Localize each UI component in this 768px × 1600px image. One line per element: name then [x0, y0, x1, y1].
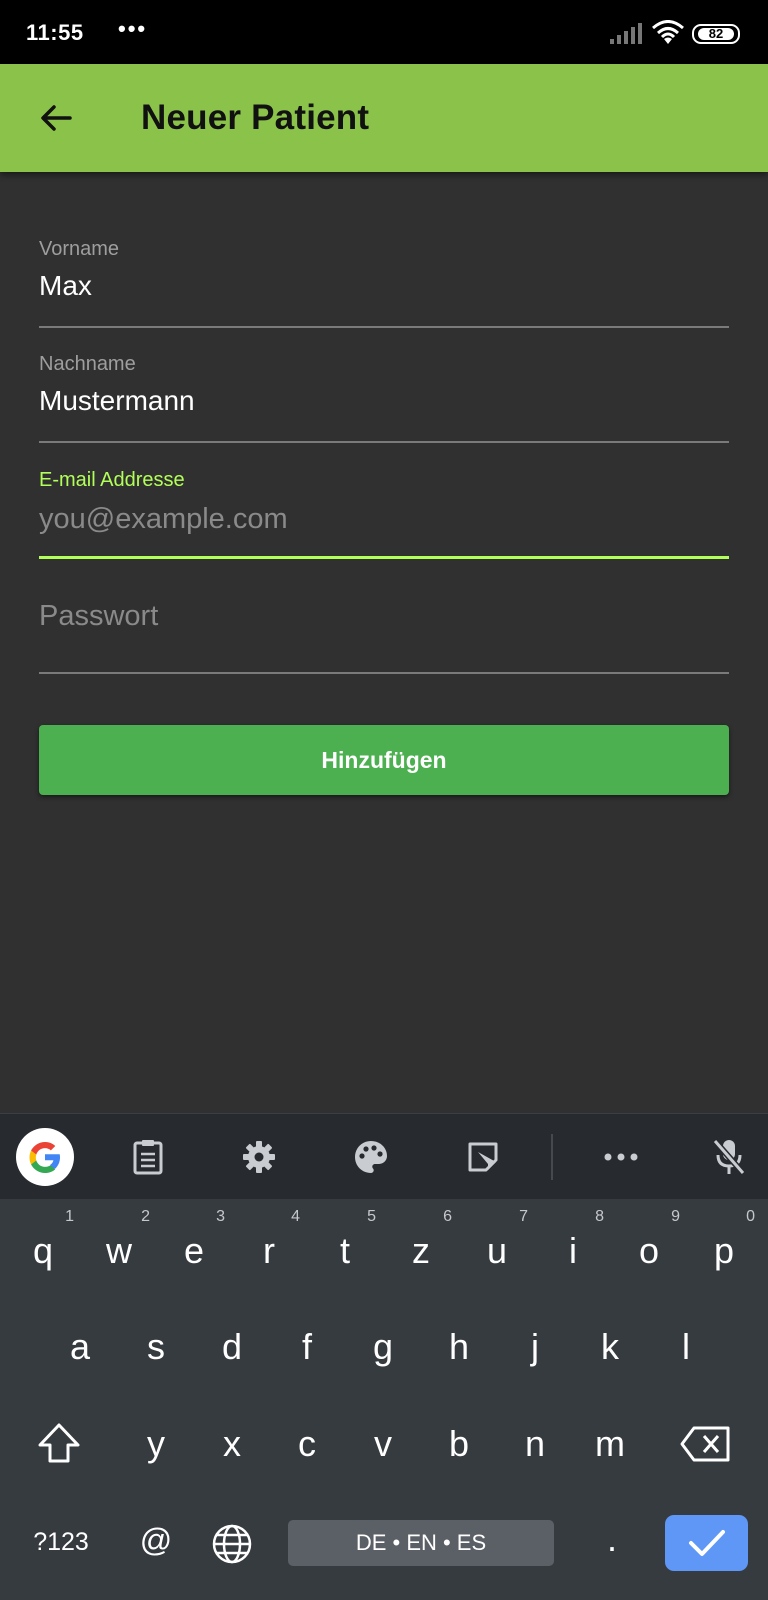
add-button[interactable]: Hinzufügen [39, 725, 729, 795]
keyboard-toolbar [0, 1113, 768, 1199]
email-field[interactable]: E-mail Addresse [39, 463, 729, 563]
clipboard-icon[interactable] [118, 1114, 178, 1200]
key-w[interactable]: 2w [84, 1208, 154, 1272]
key-l[interactable]: l [651, 1326, 721, 1368]
last-name-value[interactable]: Mustermann [39, 385, 195, 417]
password-underline [39, 672, 729, 674]
settings-icon[interactable] [229, 1114, 289, 1200]
checkmark-icon [688, 1530, 725, 1556]
battery-icon: 82 [692, 24, 740, 44]
key-h[interactable]: h [424, 1326, 494, 1368]
key-hint: 9 [671, 1208, 680, 1225]
key-n[interactable]: n [500, 1423, 570, 1465]
first-name-field[interactable]: Vorname Max [39, 232, 729, 332]
key-s[interactable]: s [121, 1326, 191, 1368]
key-y[interactable]: y [121, 1423, 191, 1465]
backspace-key[interactable] [671, 1425, 741, 1472]
key-label: i [569, 1230, 577, 1271]
email-input[interactable] [39, 497, 729, 541]
key-label: u [486, 1230, 508, 1271]
key-label: e [183, 1230, 205, 1271]
key-hint: 6 [443, 1208, 452, 1225]
key-o[interactable]: 9o [614, 1208, 684, 1272]
key-hint: 1 [65, 1208, 74, 1225]
email-underline [39, 556, 729, 559]
symbols-key[interactable]: ?123 [22, 1528, 100, 1557]
key-q[interactable]: 1q [8, 1208, 78, 1272]
key-t[interactable]: 5t [310, 1208, 380, 1272]
toolbar-divider [551, 1134, 553, 1180]
last-name-field[interactable]: Nachname Mustermann [39, 347, 729, 447]
key-r[interactable]: 4r [234, 1208, 304, 1272]
first-name-label: Vorname [39, 238, 120, 260]
last-name-label: Nachname [39, 353, 136, 375]
key-p[interactable]: 0p [689, 1208, 759, 1272]
enter-key[interactable] [665, 1515, 748, 1571]
key-g[interactable]: g [348, 1326, 418, 1368]
keyboard: 1q 2w 3e 4r 5t 6z 7u 8i 9o 0p a s d f g … [0, 1199, 768, 1600]
key-a[interactable]: a [45, 1326, 115, 1368]
key-v[interactable]: v [348, 1423, 418, 1465]
app-bar: Neuer Patient [0, 64, 768, 172]
battery-level: 82 [698, 27, 734, 40]
key-label: r [263, 1230, 275, 1271]
key-label: t [339, 1230, 350, 1271]
first-name-underline [39, 326, 729, 328]
key-k[interactable]: k [575, 1326, 645, 1368]
key-label: w [106, 1230, 132, 1271]
key-x[interactable]: x [197, 1423, 267, 1465]
key-i[interactable]: 8i [538, 1208, 608, 1272]
key-b[interactable]: b [424, 1423, 494, 1465]
key-hint: 4 [291, 1208, 300, 1225]
key-label: q [32, 1230, 54, 1271]
notification-dots: ••• [118, 16, 148, 41]
key-u[interactable]: 7u [462, 1208, 532, 1272]
mic-off-icon[interactable] [699, 1114, 759, 1200]
first-name-value[interactable]: Max [39, 270, 92, 302]
key-label: z [412, 1230, 430, 1271]
key-hint: 5 [367, 1208, 376, 1225]
signal-icon [610, 23, 642, 44]
key-hint: 0 [746, 1208, 755, 1225]
globe-icon [212, 1524, 252, 1564]
key-label: p [713, 1230, 735, 1271]
status-time: 11:55 [26, 20, 84, 45]
shift-key[interactable] [24, 1421, 94, 1474]
google-button[interactable] [15, 1114, 75, 1200]
space-key[interactable]: DE • EN • ES [288, 1520, 554, 1566]
key-hint: 3 [216, 1208, 225, 1225]
backspace-icon [680, 1426, 730, 1462]
key-hint: 2 [141, 1208, 150, 1225]
email-label: E-mail Addresse [39, 469, 185, 491]
key-hint: 8 [595, 1208, 604, 1225]
key-c[interactable]: c [272, 1423, 342, 1465]
key-d[interactable]: d [197, 1326, 267, 1368]
more-icon[interactable] [591, 1114, 651, 1200]
wifi-icon [652, 20, 684, 44]
key-z[interactable]: 6z [386, 1208, 456, 1272]
last-name-underline [39, 441, 729, 443]
status-bar: 11:55 ••• 82 [0, 0, 768, 64]
shift-icon [38, 1423, 80, 1463]
password-input[interactable] [39, 594, 729, 638]
period-key[interactable]: . [577, 1518, 647, 1560]
page-title: Neuer Patient [141, 98, 370, 137]
key-f[interactable]: f [272, 1326, 342, 1368]
arrow-back-icon[interactable] [36, 98, 76, 138]
language-key[interactable] [197, 1523, 267, 1574]
key-j[interactable]: j [500, 1326, 570, 1368]
google-icon [16, 1128, 74, 1186]
key-e[interactable]: 3e [159, 1208, 229, 1272]
sticker-icon[interactable] [453, 1114, 513, 1200]
key-label: o [638, 1230, 660, 1271]
key-m[interactable]: m [575, 1423, 645, 1465]
palette-icon[interactable] [341, 1114, 401, 1200]
at-key[interactable]: @ [121, 1522, 191, 1559]
password-field[interactable] [39, 578, 729, 678]
key-hint: 7 [519, 1208, 528, 1225]
